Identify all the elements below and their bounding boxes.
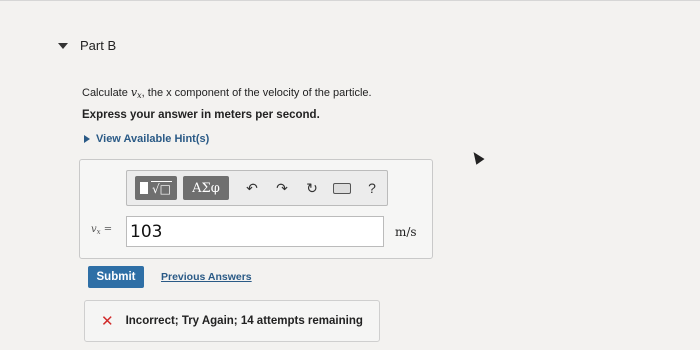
keyboard-button[interactable]	[329, 176, 355, 200]
redo-icon[interactable]: ↷	[269, 176, 295, 200]
previous-answers-link[interactable]: Previous Answers	[161, 271, 252, 283]
question-variable: vx	[131, 86, 142, 100]
templates-button[interactable]: √□	[135, 176, 177, 200]
answer-input[interactable]: 103	[126, 216, 384, 247]
question-suffix: , the x component of the velocity of the…	[141, 87, 372, 99]
template-square-icon	[140, 182, 148, 194]
answer-variable-label: vx =	[91, 224, 112, 236]
hint-label: View Available Hint(s)	[96, 133, 210, 145]
undo-icon[interactable]: ↶	[239, 176, 265, 200]
top-divider	[0, 0, 700, 6]
keyboard-icon	[333, 182, 351, 194]
submit-button[interactable]: Submit	[88, 266, 144, 288]
mouse-cursor-icon	[469, 149, 485, 165]
greek-symbols-button[interactable]: ΑΣφ	[183, 176, 229, 200]
answer-instruction: Express your answer in meters per second…	[82, 109, 320, 121]
math-toolbar: √□ ΑΣφ ↶ ↷ ↻ ?	[126, 170, 388, 206]
answer-equals: =	[100, 224, 113, 235]
feedback-box: ✕ Incorrect; Try Again; 14 attempts rema…	[84, 300, 380, 342]
incorrect-x-icon: ✕	[101, 312, 114, 330]
feedback-text: Incorrect; Try Again; 14 attempts remain…	[125, 315, 363, 327]
radical-icon: √□	[151, 180, 172, 196]
question-prefix: Calculate	[82, 87, 131, 99]
collapse-caret-icon[interactable]	[58, 42, 68, 49]
expand-caret-icon	[84, 135, 90, 143]
view-hints-link[interactable]: View Available Hint(s)	[84, 133, 209, 145]
part-header[interactable]: Part B	[58, 38, 116, 53]
answer-unit: m/s	[395, 225, 417, 239]
part-title: Part B	[80, 38, 117, 53]
reset-icon[interactable]: ↻	[299, 176, 325, 200]
help-button[interactable]: ?	[359, 176, 385, 200]
question-text: Calculate vx, the x component of the vel…	[82, 86, 372, 100]
